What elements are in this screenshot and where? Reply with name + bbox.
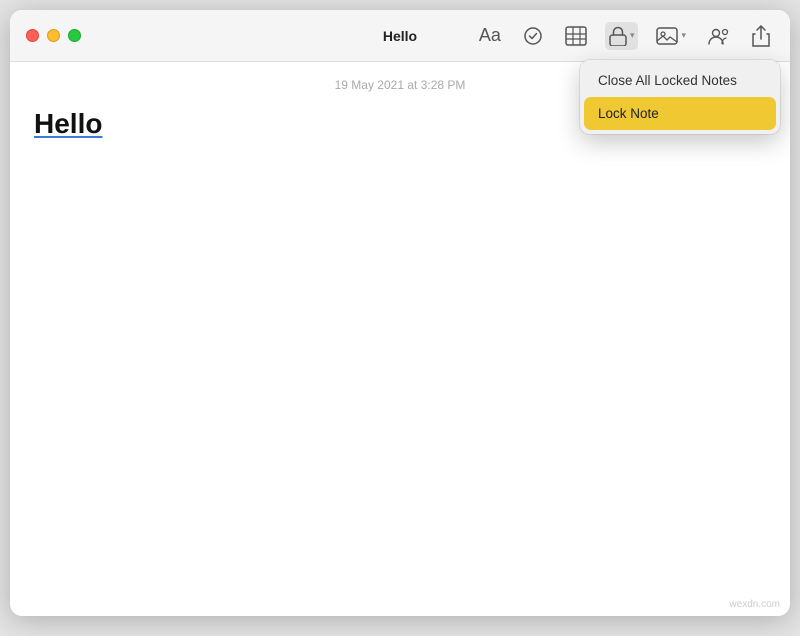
share-icon [752,25,770,47]
titlebar: Hello Aa [10,10,790,62]
minimize-button[interactable] [47,29,60,42]
media-button[interactable]: ▾ [652,22,690,50]
lock-button[interactable]: ▾ [605,22,639,50]
lock-icon [609,26,627,46]
close-all-locked-notes-item[interactable]: Close All Locked Notes [584,64,776,97]
toolbar-actions: Aa [475,21,774,51]
table-button[interactable] [561,22,591,50]
checklist-button[interactable] [519,22,547,50]
collaborate-button[interactable] [704,22,734,50]
share-button[interactable] [748,21,774,51]
font-button[interactable]: Aa [475,21,505,50]
lock-chevron-icon: ▾ [630,30,635,41]
window-title: Hello [383,28,417,44]
media-chevron-icon: ▾ [681,30,686,41]
traffic-lights [26,29,81,42]
media-icon [656,26,678,46]
font-label: Aa [479,25,501,46]
lock-dropdown-menu: Close All Locked Notes Lock Note [580,60,780,134]
collaborate-icon [708,26,730,46]
close-button[interactable] [26,29,39,42]
maximize-button[interactable] [68,29,81,42]
note-body: 19 May 2021 at 3:28 PM Hello [10,62,790,616]
app-window: Hello Aa [10,10,790,616]
watermark: wexdn.com [729,599,780,610]
note-text-hello: Hello [34,108,102,139]
checklist-icon [523,26,543,46]
lock-note-item[interactable]: Lock Note [584,97,776,130]
table-icon [565,26,587,46]
